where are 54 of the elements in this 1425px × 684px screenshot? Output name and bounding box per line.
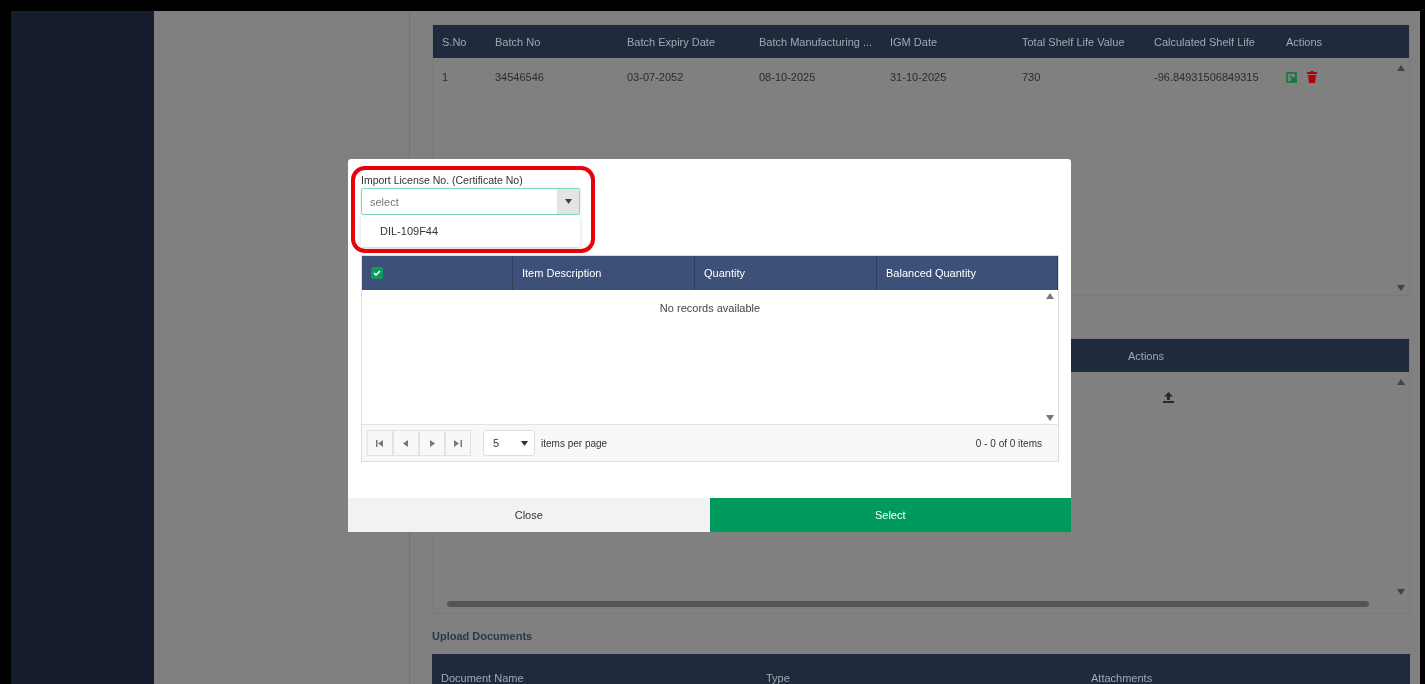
page-size-label: items per page xyxy=(541,437,608,449)
column-header: Quantity xyxy=(704,267,745,279)
previous-page-button[interactable] xyxy=(393,430,419,456)
empty-message: No records available xyxy=(659,302,761,314)
trash-icon[interactable] xyxy=(1307,71,1317,83)
scroll-up-icon[interactable] xyxy=(1046,293,1054,299)
previous-page-icon xyxy=(402,439,410,447)
column-header: Attachments xyxy=(1090,672,1154,684)
column-header: Actions xyxy=(1285,35,1324,48)
first-page-button[interactable] xyxy=(367,430,393,456)
column-header: Batch Manufacturing ... xyxy=(758,35,874,48)
column-header: Calculated Shelf Life xyxy=(1153,35,1256,48)
caret-icon xyxy=(564,199,572,204)
column-header: Item Description xyxy=(522,267,602,279)
column-header: Batch No xyxy=(494,35,542,48)
table-cell-text: 730 xyxy=(1021,71,1042,83)
column-header: Actions xyxy=(1127,349,1166,362)
select-button[interactable]: Select xyxy=(709,498,1071,532)
column-header: Document Name xyxy=(440,672,525,684)
last-page-icon xyxy=(454,439,462,447)
first-page-icon xyxy=(376,439,384,447)
scroll-down-icon[interactable] xyxy=(1397,589,1405,595)
scroll-up-icon[interactable] xyxy=(1397,379,1405,386)
next-page-button[interactable] xyxy=(419,430,445,456)
scroll-down-icon[interactable] xyxy=(1397,285,1405,292)
pager-summary: 0 - 0 of 0 items xyxy=(975,437,1042,449)
table-cell-text: 03-07-2052 xyxy=(626,71,685,83)
close-button[interactable]: Close xyxy=(348,498,710,532)
column-header: Batch Expiry Date xyxy=(626,35,717,48)
column-header: Balanced Quantity xyxy=(886,267,976,279)
select-all-checkbox[interactable] xyxy=(371,267,383,279)
dropdown-option[interactable]: DIL-109F44 xyxy=(361,219,580,243)
last-page-button[interactable] xyxy=(445,430,471,456)
scroll-down-icon[interactable] xyxy=(1046,415,1054,421)
scroll-up-icon[interactable] xyxy=(1397,65,1405,71)
column-header: IGM Date xyxy=(889,35,939,48)
field-label: Import License No. (Certificate No) xyxy=(361,174,524,186)
dropdown-button[interactable] xyxy=(557,189,579,214)
horizontal-scrollbar[interactable] xyxy=(447,601,1369,607)
table-cell-text: 08-10-2025 xyxy=(758,71,817,83)
table-cell-text: 34546546 xyxy=(494,71,545,83)
section-title: Upload Documents xyxy=(432,630,534,642)
column-header: S.No xyxy=(441,35,468,48)
next-page-icon xyxy=(428,439,436,447)
upload-icon[interactable] xyxy=(1163,391,1174,403)
page-size-dropdown[interactable]: 5 xyxy=(483,430,535,456)
caret-icon xyxy=(521,440,528,446)
column-header: Total Shelf Life Value xyxy=(1021,35,1126,48)
table-cell-text: 1 xyxy=(441,71,450,83)
column-header: Type xyxy=(765,672,791,684)
table-cell-text: -96.84931506849315 xyxy=(1153,71,1260,83)
license-combobox[interactable]: select xyxy=(361,188,580,215)
table-cell-text: 31-10-2025 xyxy=(889,71,948,83)
license-input[interactable]: select xyxy=(362,189,557,214)
